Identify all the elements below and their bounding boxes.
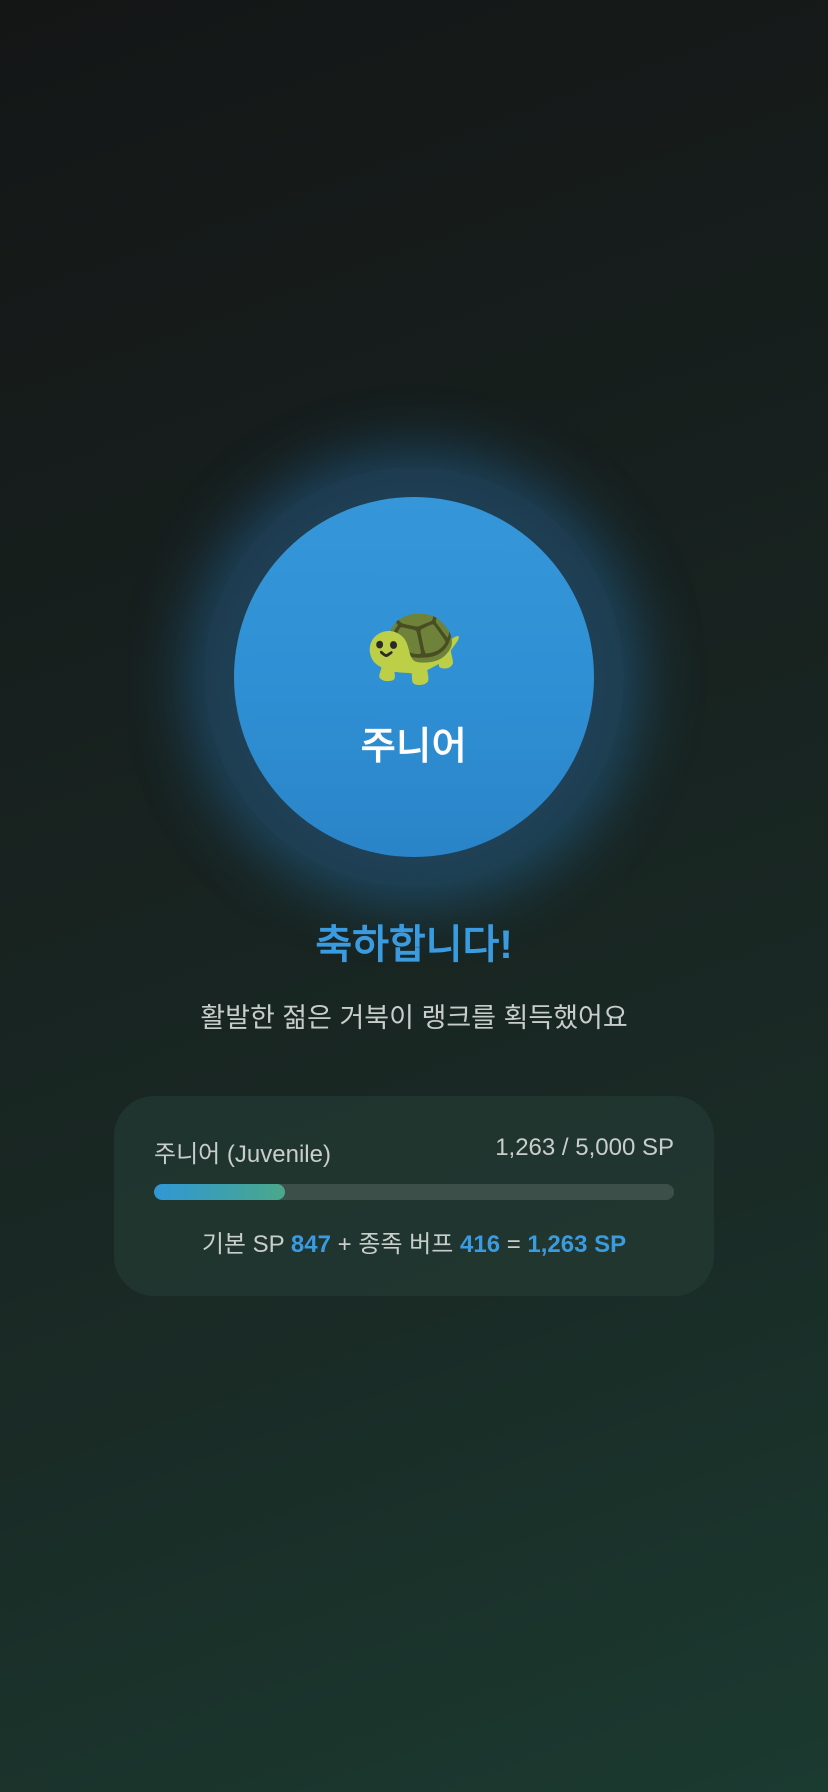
turtle-icon: 🐢 [362, 595, 466, 691]
congrats-heading: 축하합니다! [315, 923, 513, 967]
rank-label: 주니어 (Juvenile) [154, 1141, 331, 1168]
progress-header: 주니어 (Juvenile) 1,263 / 5,000 SP [154, 1134, 674, 1169]
rank-description: 활발한 젊은 거북이 랭크를 획득했어요 [200, 1003, 628, 1033]
rank-name: 주니어 [360, 725, 468, 768]
total-sp: 1,263 SP [527, 1231, 627, 1258]
base-sp-label: 기본 SP [201, 1231, 285, 1258]
buff-label: 종족 버프 [358, 1231, 454, 1258]
buff-value: 416 [460, 1231, 501, 1258]
progress-bar [154, 1184, 674, 1200]
progress-card: 주니어 (Juvenile) 1,263 / 5,000 SP 기본 SP 84… [114, 1096, 714, 1296]
sp-status: 1,263 / 5,000 SP [495, 1134, 674, 1161]
sp-formula: 기본 SP 847 + 종족 버프 416 = 1,263 SP [114, 1224, 714, 1259]
rank-badge: 🐢 주니어 [204, 467, 624, 887]
plus-sign: + [337, 1231, 352, 1258]
progress-bar-fill [154, 1184, 286, 1200]
base-sp-value: 847 [290, 1231, 331, 1258]
badge-circle: 🐢 주니어 [234, 497, 594, 857]
equals-sign: = [506, 1231, 521, 1258]
